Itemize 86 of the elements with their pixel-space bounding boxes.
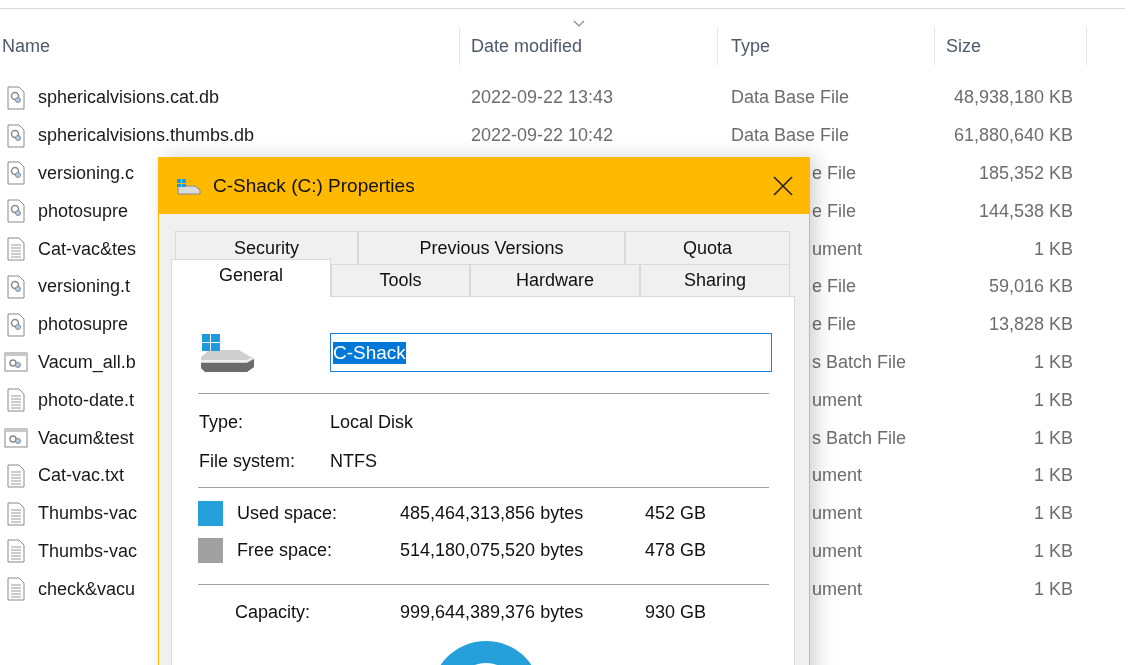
file-type: e File [812, 314, 856, 336]
settings-file-icon [7, 199, 25, 224]
file-size: 1 KB [1033, 389, 1073, 411]
file-name[interactable]: Cat-vac.txt [38, 465, 125, 487]
tab[interactable]: Sharing [640, 264, 790, 296]
batch-file-icon [4, 428, 28, 449]
property-value: Local Disk [330, 412, 414, 433]
settings-file-icon [7, 85, 25, 110]
space-label: Free space: [237, 540, 333, 561]
byte-count: 999,644,389,376 bytes [400, 602, 584, 623]
column-header[interactable]: Name [2, 35, 50, 57]
text-file-icon [7, 237, 25, 262]
file-name[interactable]: sphericalvisions.thumbs.db [38, 125, 255, 147]
size-value: 452 GB [645, 503, 707, 524]
tab[interactable]: Quota [625, 231, 790, 264]
file-size: 59,016 KB [988, 276, 1073, 298]
batch-file-icon [4, 352, 28, 373]
name-field[interactable]: C-Shack [330, 333, 772, 372]
tab[interactable]: Previous Versions [358, 231, 625, 264]
file-size: 1 KB [1033, 238, 1073, 260]
file-type: Data Base File [731, 125, 850, 147]
file-size: 1 KB [1033, 427, 1073, 449]
file-size: 48,938,180 KB [953, 87, 1073, 109]
column-header[interactable]: Type [731, 35, 771, 57]
file-type: e File [812, 163, 856, 184]
drive-icon [199, 332, 255, 373]
file-name[interactable]: check&vacu [38, 578, 136, 600]
file-name[interactable]: Thumbs-vac [38, 503, 138, 525]
property-label: Type: [199, 412, 244, 433]
tab[interactable]: Tools [331, 264, 470, 296]
settings-file-icon [7, 161, 25, 186]
window-title: C-Shack (C:) Properties [213, 175, 415, 197]
file-type: ument [812, 503, 863, 525]
file-size: 144,538 KB [978, 200, 1073, 222]
file-size: 1 KB [1033, 540, 1073, 562]
file-type: s Batch File [812, 351, 907, 373]
file-type: ument [812, 540, 863, 562]
settings-file-icon [7, 274, 25, 299]
column-header[interactable]: Date modified [471, 35, 583, 57]
drive-icon [175, 177, 201, 195]
file-name[interactable]: photosupre [38, 314, 129, 336]
file-size: 1 KB [1033, 465, 1073, 487]
file-name[interactable]: Vacum&test [38, 427, 134, 449]
date-modified: 2022-09-22 10:42 [471, 125, 614, 147]
file-name[interactable]: Vacum_all.b [38, 351, 136, 373]
file-name[interactable]: Cat-vac&tes [38, 238, 137, 260]
file-type: Data Base File [731, 87, 850, 109]
file-name[interactable]: photo-date.t [38, 389, 135, 411]
file-name[interactable]: versioning.c [38, 163, 135, 184]
property-label: File system: [199, 451, 295, 472]
close-icon[interactable] [773, 176, 793, 196]
file-name[interactable]: photosupre [38, 200, 129, 222]
file-type: e File [812, 276, 856, 298]
capacity-label: Capacity: [235, 602, 311, 623]
settings-file-icon [7, 312, 25, 337]
column-header[interactable]: Size [946, 35, 981, 57]
file-size: 13,828 KB [988, 314, 1073, 336]
tab[interactable]: General [171, 259, 331, 297]
file-size: 1 KB [1033, 578, 1073, 600]
property-value: NTFS [330, 451, 377, 472]
file-type: ument [812, 465, 863, 487]
text-file-icon [7, 501, 25, 526]
size-value: 478 GB [645, 540, 707, 561]
file-size: 61,880,640 KB [953, 125, 1073, 147]
file-type: e File [812, 200, 856, 222]
file-type: s Batch File [812, 427, 907, 449]
file-type: ument [812, 578, 863, 600]
text-file-icon [7, 463, 25, 488]
settings-file-icon [7, 123, 25, 148]
file-type: ument [812, 238, 863, 260]
date-modified: 2022-09-22 13:43 [471, 87, 614, 109]
byte-count: 514,180,075,520 bytes [400, 540, 584, 561]
file-name[interactable]: versioning.t [38, 276, 131, 298]
file-name[interactable]: sphericalvisions.cat.db [38, 87, 220, 109]
byte-count: 485,464,313,856 bytes [400, 503, 584, 524]
tab[interactable]: Hardware [470, 264, 640, 296]
file-name[interactable]: Thumbs-vac [38, 540, 138, 562]
file-size: 185,352 KB [978, 163, 1073, 184]
space-label: Used space: [237, 503, 338, 524]
file-size: 1 KB [1033, 351, 1073, 373]
size-value: 930 GB [645, 602, 707, 623]
text-file-icon [7, 539, 25, 564]
text-file-icon [7, 577, 25, 602]
file-size: 1 KB [1033, 503, 1073, 525]
text-file-icon [7, 388, 25, 413]
file-type: ument [812, 389, 863, 411]
